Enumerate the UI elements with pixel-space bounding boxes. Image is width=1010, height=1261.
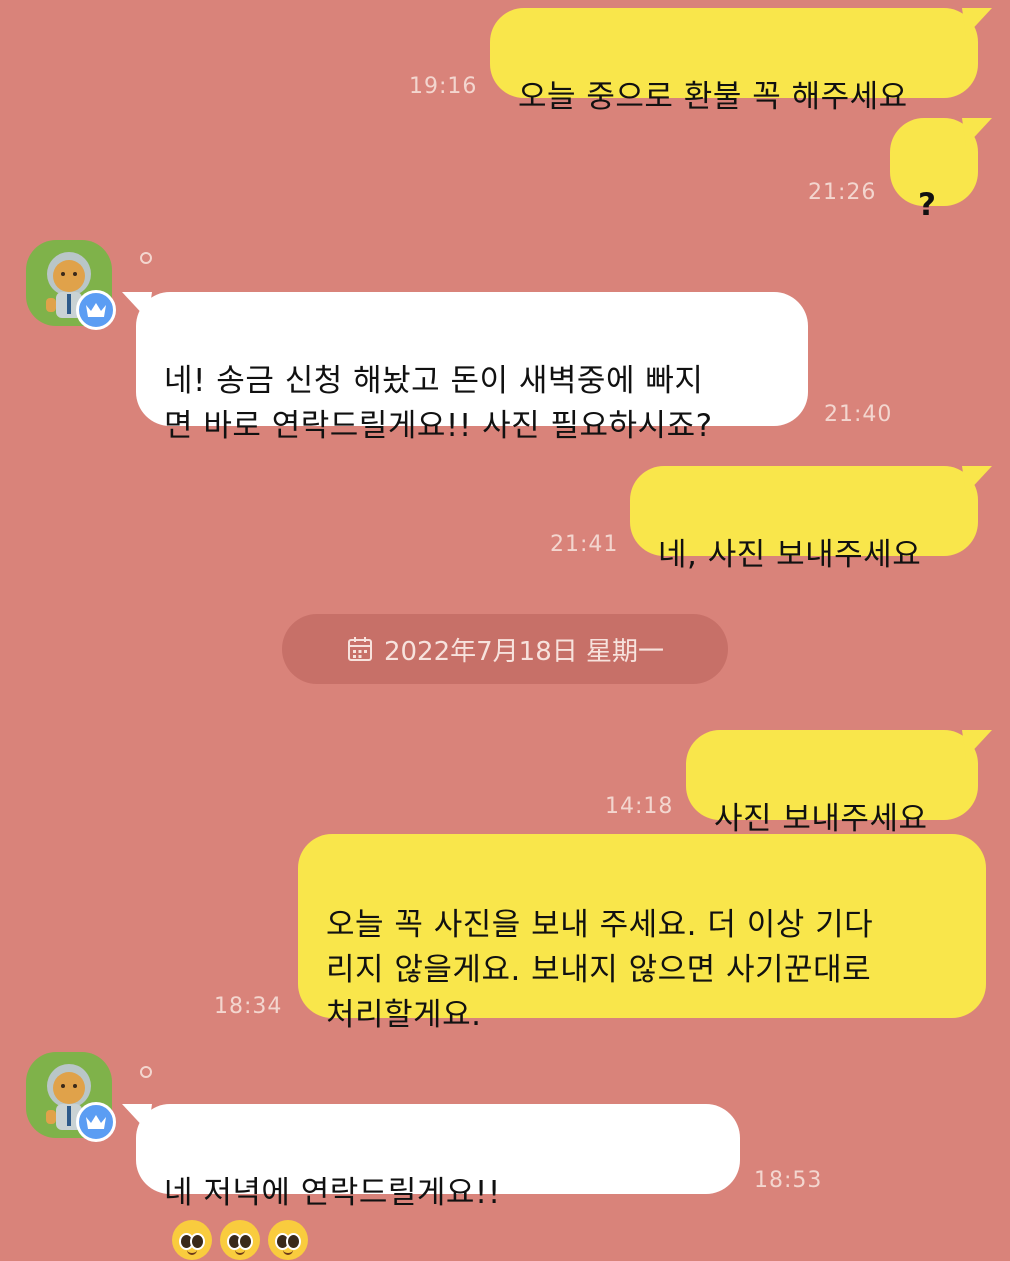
message-text: ? [918, 187, 937, 223]
contact-avatar[interactable] [26, 1052, 116, 1142]
date-divider: 2022年7月18日 星期一 [282, 614, 728, 684]
message-timestamp: 21:26 [808, 180, 877, 205]
pleading-face-emoji-icon [172, 1219, 212, 1260]
bubble-tail [962, 118, 992, 146]
message-text: 오늘 중으로 환불 꼭 해주세요 [518, 79, 908, 115]
bubble-tail [122, 292, 152, 320]
message-text: 네 저녁에 연락드릴게요!! [164, 1175, 501, 1211]
message-bubble-sent[interactable]: 네, 사진 보내주세요 [630, 466, 978, 573]
bubble-tail [962, 730, 992, 758]
crown-badge-icon [76, 290, 116, 330]
message-text: 네, 사진 보내주세요 [658, 537, 922, 573]
calendar-icon [347, 637, 372, 661]
bubble-tail [962, 466, 992, 494]
message-text: 오늘 꼭 사진을 보내 주세요. 더 이상 기다 리지 않을게요. 보내지 않으… [326, 907, 874, 1033]
sender-name-indicator [140, 252, 152, 264]
message-timestamp: 19:16 [409, 74, 478, 99]
bubble-tail [122, 1104, 152, 1132]
message-text: 네! 송금 신청 해놨고 돈이 새벽중에 빠지 면 바로 연락드릴게요!! 사진… [164, 363, 713, 444]
message-timestamp: 14:18 [605, 794, 674, 819]
message-timestamp: 21:41 [550, 532, 619, 557]
pleading-face-emoji-icon [220, 1219, 260, 1260]
sender-name-indicator [140, 1066, 152, 1078]
message-bubble-received[interactable]: 네! 송금 신청 해놨고 돈이 새벽중에 빠지 면 바로 연락드릴게요!! 사진… [136, 292, 808, 444]
message-bubble-sent[interactable]: 오늘 꼭 사진을 보내 주세요. 더 이상 기다 리지 않을게요. 보내지 않으… [298, 834, 986, 1033]
message-timestamp: 18:34 [214, 994, 283, 1019]
message-bubble-received[interactable]: 네 저녁에 연락드릴게요!! [136, 1104, 740, 1260]
date-label: 2022年7月18日 星期一 [383, 636, 665, 667]
pleading-face-emoji-icon [268, 1219, 308, 1260]
message-timestamp: 21:40 [824, 402, 893, 427]
message-bubble-sent[interactable]: 오늘 중으로 환불 꼭 해주세요 [490, 8, 978, 115]
message-timestamp: 18:53 [754, 1168, 823, 1193]
crown-badge-icon [76, 1102, 116, 1142]
message-bubble-sent[interactable]: 사진 보내주세요 [686, 730, 978, 837]
contact-avatar[interactable] [26, 240, 116, 330]
bubble-tail [962, 8, 992, 36]
message-text: 사진 보내주세요 [714, 801, 928, 837]
